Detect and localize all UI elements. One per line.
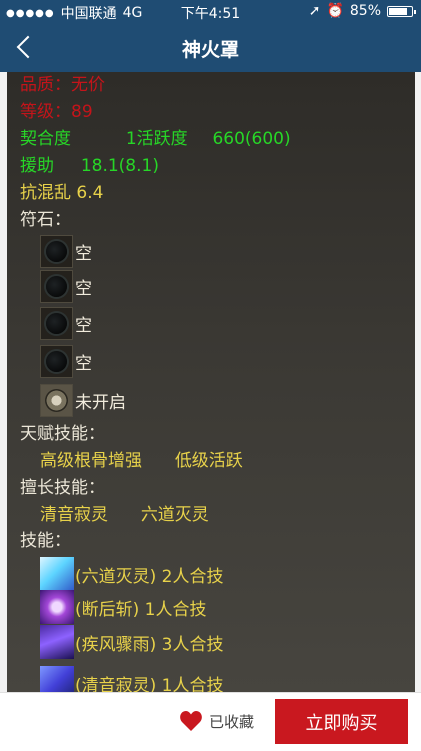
skill-icon-2 [40, 590, 74, 624]
rune-status: 空 [75, 243, 92, 264]
specialty-skill: 清音寂灵 [40, 505, 108, 525]
empty-rune-icon [40, 269, 73, 303]
rune-slot-3: 空 [40, 305, 92, 341]
buy-now-button[interactable]: 立即购买 [275, 699, 408, 744]
talent-skills: 高级根骨增强 低级活跃 [40, 450, 243, 472]
specialty-skills: 清音寂灵 六道灭灵 [40, 504, 209, 526]
assist-value: 18.1(8.1) [80, 156, 159, 176]
rune-status: 空 [75, 278, 92, 299]
bottom-action-bar: 已收藏 立即购买 [0, 692, 421, 751]
skill-text: (清音寂灵) 1人合技 [75, 675, 224, 693]
skill-text: (六道灭灵) 2人合技 [75, 566, 224, 587]
collect-button[interactable]: 已收藏 [179, 710, 254, 732]
heart-icon [179, 710, 203, 732]
talent-skill: 高级根骨增强 [40, 451, 142, 471]
skill-row-1: (六道灭灵) 2人合技 [40, 557, 223, 591]
status-bar: ●●●●● 中国联通 4G 下午4:51 ➚ ⏰ 85% [0, 0, 421, 24]
talent-label: 天赋技能： [20, 424, 105, 444]
collect-label: 已收藏 [209, 712, 255, 731]
rune-status: 空 [75, 353, 92, 374]
top-bar: ●●●●● 中国联通 4G 下午4:51 ➚ ⏰ 85% 神火罩 [0, 0, 421, 72]
battery-percent: 85% [349, 3, 381, 19]
fit-row: 契合度 1活跃度 660(600) [20, 128, 291, 150]
specialty-label: 擅长技能： [20, 478, 105, 498]
fit-stat: 660(600) [212, 129, 291, 149]
navigation-bar: 神火罩 [0, 24, 421, 72]
skill-icon-1 [40, 557, 74, 591]
locked-rune-icon [40, 383, 73, 417]
skill-row-4: (清音寂灵) 1人合技 [40, 666, 223, 692]
rune-slot-5: 未开启 [40, 382, 126, 418]
rune-slot-2: 空 [40, 268, 92, 304]
level-text: 等级：89 [20, 102, 93, 122]
skills-label: 技能： [20, 531, 71, 551]
alarm-icon: ⏰ [326, 3, 344, 19]
skill-text: (疾风骤雨) 3人合技 [75, 634, 224, 655]
talent-skill: 低级活跃 [174, 451, 243, 471]
rune-slot-1: 空 [40, 233, 92, 269]
rune-status: 空 [75, 315, 92, 336]
item-detail-panel[interactable]: 品质：无价 等级：89 契合度 1活跃度 660(600) 援助 18.1(8.… [7, 72, 415, 692]
runes-label: 符石： [20, 210, 71, 230]
fit-label: 契合度 [20, 129, 71, 149]
skill-icon-4 [40, 666, 74, 692]
empty-rune-icon [40, 234, 73, 268]
empty-rune-icon [40, 344, 73, 378]
battery-icon [387, 5, 416, 17]
page-title: 神火罩 [181, 39, 239, 61]
assist-row: 援助 18.1(8.1) [20, 155, 159, 177]
rune-status: 未开启 [75, 392, 126, 413]
skill-icon-3 [40, 625, 74, 659]
skill-row-3: (疾风骤雨) 3人合技 [40, 625, 223, 659]
location-icon: ➚ [308, 3, 321, 19]
fit-value: 1活跃度 [125, 129, 188, 149]
anti-chaos-text: 抗混乱 6.4 [20, 183, 104, 203]
assist-label: 援助 [20, 156, 54, 176]
specialty-skill: 六道灭灵 [140, 505, 209, 525]
skill-text: (断后斩) 1人合技 [75, 599, 207, 620]
quality-text: 品质：无价 [20, 75, 105, 95]
empty-rune-icon [40, 306, 73, 340]
rune-slot-4: 空 [40, 343, 92, 379]
skill-row-2: (断后斩) 1人合技 [40, 590, 206, 624]
